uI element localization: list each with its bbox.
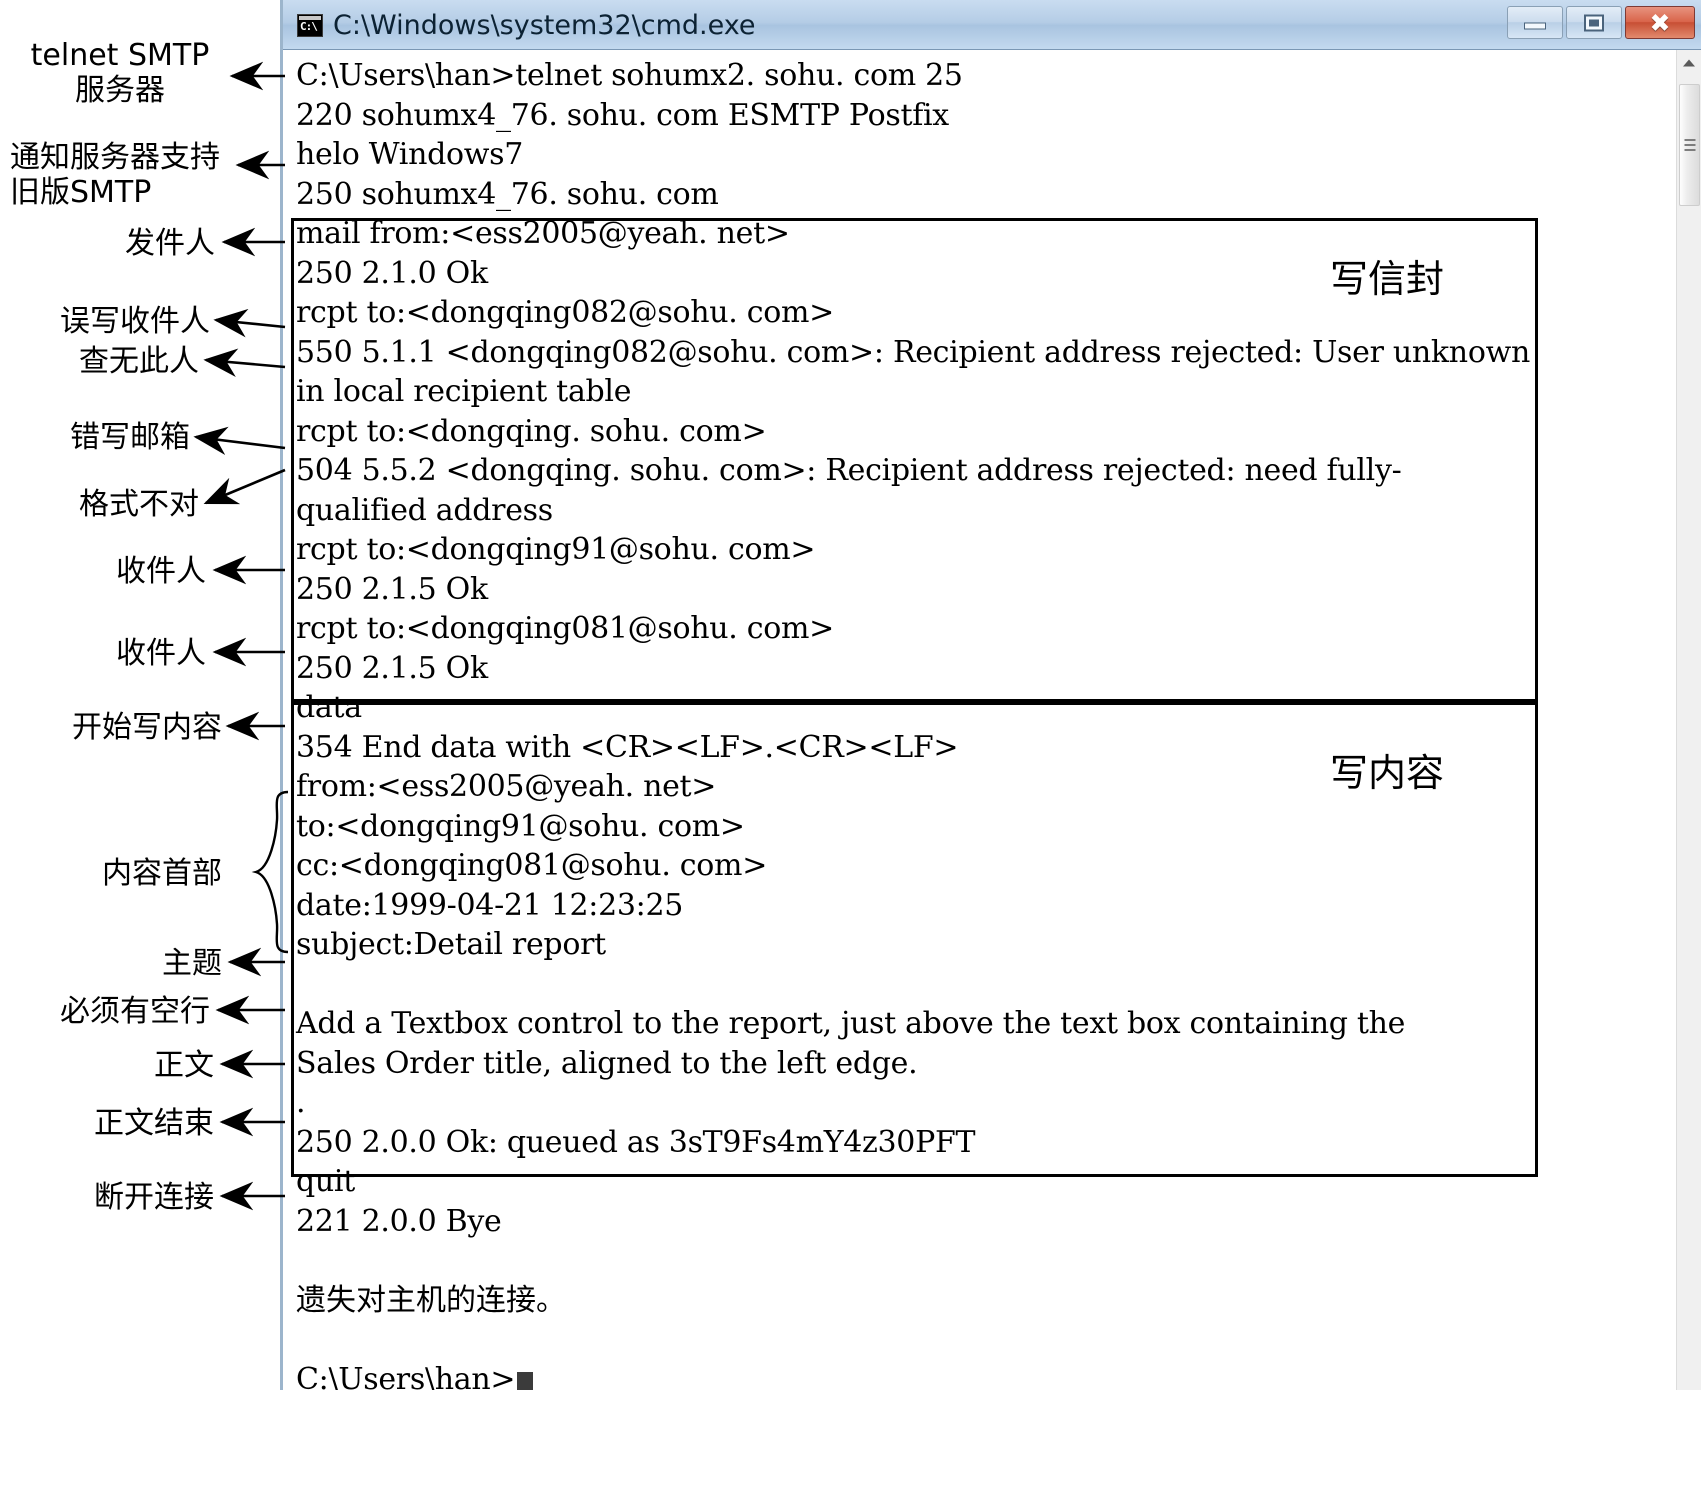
minimize-button[interactable] [1507, 6, 1563, 39]
annotation-bad-format: 格式不对 [79, 487, 199, 522]
scrollbar-thumb[interactable] [1679, 84, 1700, 206]
console-line: rcpt to:<dongqing. sohu. com> [296, 413, 767, 449]
console-line: Add a Textbox control to the report, jus… [296, 1006, 1406, 1041]
annotation-blank-line-required: 必须有空行 [60, 994, 210, 1029]
annotation-recipient-2: 收件人 [116, 636, 206, 671]
console-line: to:<dongqing91@sohu. com> [296, 808, 745, 844]
console-line: cc:<dongqing081@sohu. com> [296, 848, 768, 883]
console-line: 221 2.0.0 Bye [296, 1203, 502, 1239]
console-line: rcpt to:<dongqing082@sohu. com> [296, 295, 834, 330]
console-line: . [296, 1085, 306, 1120]
console-line: 250 sohumx4_76. sohu. com [296, 176, 719, 212]
title-bar[interactable]: C:\ C:\Windows\system32\cmd.exe ✖ [283, 0, 1701, 50]
annotation-notify-legacy-smtp: 通知服务器支持 旧版SMTP [10, 140, 220, 211]
console-line: mail from:<ess2005@yeah. net> [296, 216, 790, 251]
console-line: date:1999-04-21 12:23:25 [296, 887, 684, 923]
console-line: 220 sohumx4_76. sohu. com ESMTP Postfix [296, 97, 949, 133]
console-line: rcpt to:<dongqing081@sohu. com> [296, 611, 834, 646]
console-line: data [296, 690, 362, 725]
close-icon: ✖ [1649, 8, 1671, 37]
console-line: qualified address [296, 492, 553, 528]
text-cursor [517, 1371, 534, 1390]
console-line: 550 5.1.1 <dongqing082@sohu. com>: Recip… [296, 334, 1530, 370]
console-output-area[interactable]: C:\Users\han>telnet sohumx2. sohu. com 2… [283, 50, 1701, 1390]
console-line: quit [296, 1164, 355, 1199]
console-line: 250 2.0.0 Ok: queued as 3sT9Fs4mY4z30PFT [296, 1124, 976, 1160]
annotation-wrong-recipient: 误写收件人 [60, 304, 210, 339]
annotation-sender: 发件人 [125, 226, 215, 261]
annotation-start-content: 开始写内容 [72, 710, 222, 745]
maximize-button[interactable] [1566, 6, 1622, 39]
annotation-recipient-1: 收件人 [116, 554, 206, 589]
annotation-layer: telnet SMTP 服务器 通知服务器支持 旧版SMTP 发件人 误写收件人… [0, 0, 300, 1500]
console-line: Sales Order title, aligned to the left e… [296, 1045, 918, 1081]
maximize-icon [1584, 14, 1604, 31]
annotation-body: 正文 [154, 1048, 214, 1083]
window-controls: ✖ [1507, 6, 1695, 39]
close-button[interactable]: ✖ [1625, 6, 1695, 39]
annotation-body-end: 正文结束 [94, 1106, 214, 1141]
annotation-user-unknown: 查无此人 [79, 344, 199, 379]
console-line: rcpt to:<dongqing91@sohu. com> [296, 532, 816, 567]
scrollbar-grip-icon [1684, 136, 1695, 154]
envelope-section-label: 写信封 [1330, 257, 1445, 301]
cmd-icon: C:\ [297, 13, 323, 37]
console-line: C:\Users\han> [296, 1360, 1666, 1390]
minimize-icon [1524, 22, 1546, 30]
annotation-wrong-mailbox: 错写邮箱 [70, 420, 190, 455]
annotation-disconnect: 断开连接 [94, 1180, 214, 1215]
annotation-content-header: 内容首部 [102, 856, 222, 891]
vertical-scrollbar[interactable] [1676, 50, 1701, 1390]
console-line: 遗失对主机的连接。 [296, 1282, 566, 1318]
console-line: 354 End data with <CR><LF>.<CR><LF> [296, 729, 959, 765]
console-line: from:<ess2005@yeah. net> [296, 769, 717, 804]
console-line: helo Windows7 [296, 137, 524, 172]
annotation-telnet-smtp-server: telnet SMTP 服务器 [30, 38, 210, 109]
cmd-window: C:\ C:\Windows\system32\cmd.exe ✖ C:\Use… [280, 0, 1701, 1390]
annotation-arrows [193, 61, 289, 1211]
console-line: 504 5.5.2 <dongqing. sohu. com>: Recipie… [296, 453, 1402, 488]
window-title: C:\Windows\system32\cmd.exe [333, 9, 756, 41]
console-line: subject:Detail report [296, 927, 606, 962]
annotation-subject: 主题 [162, 946, 222, 981]
console-line: 250 2.1.5 Ok [296, 650, 488, 686]
scroll-up-arrow-icon[interactable] [1677, 50, 1701, 75]
console-line: in local recipient table [296, 374, 632, 409]
console-line: 250 2.1.0 Ok [296, 255, 488, 291]
content-section-label: 写内容 [1330, 751, 1445, 795]
console-text: C:\Users\han>telnet sohumx2. sohu. com 2… [296, 56, 1666, 1390]
console-line: C:\Users\han>telnet sohumx2. sohu. com 2… [296, 58, 963, 93]
console-line: 250 2.1.5 Ok [296, 571, 488, 607]
